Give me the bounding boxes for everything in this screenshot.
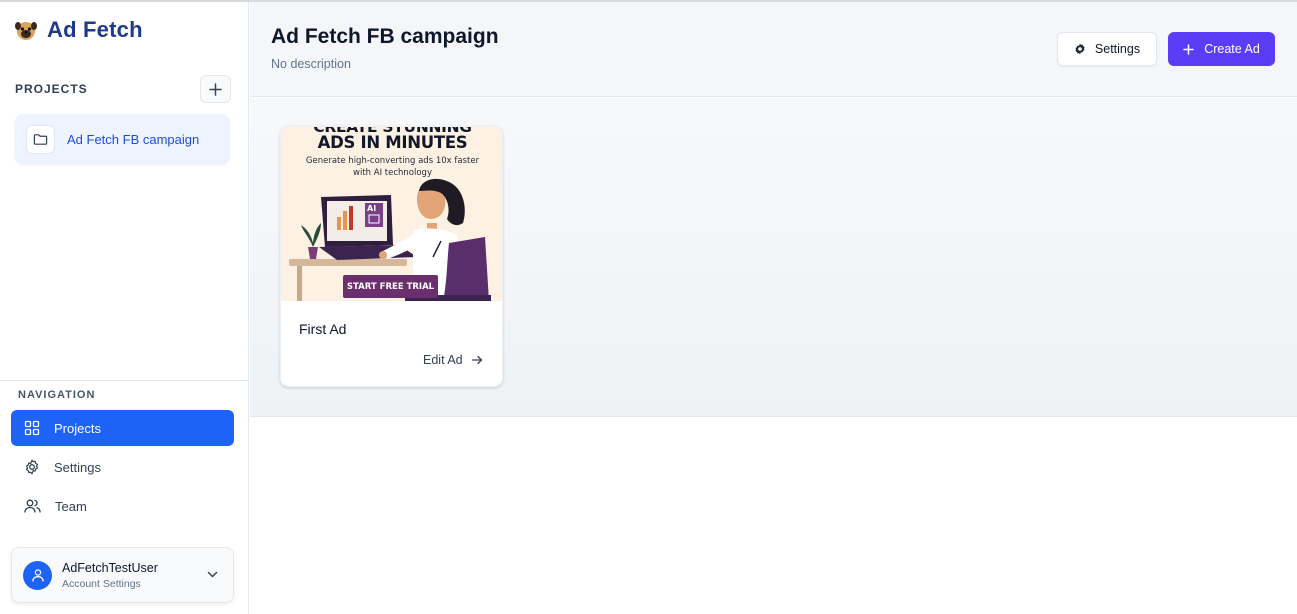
sidebar: Ad Fetch PROJECTS Ad Fetch FB campaign N…: [0, 2, 249, 614]
nav-item-label: Team: [55, 498, 87, 514]
project-folder-box: [26, 124, 55, 154]
ad-subline-2: with AI technology: [353, 168, 432, 178]
arrow-right-icon: [471, 355, 482, 365]
edit-ad-label: Edit Ad: [423, 353, 463, 367]
create-ad-button-label: Create Ad: [1204, 42, 1260, 56]
avatar: [23, 560, 52, 590]
edit-ad-link[interactable]: Edit Ad: [423, 353, 483, 367]
pug-logo-icon: [15, 22, 37, 40]
app-name: Ad Fetch: [47, 17, 143, 42]
chevron-down-icon: [207, 571, 218, 578]
project-label: Ad Fetch FB campaign: [67, 131, 200, 147]
user-name: AdFetchTestUser: [62, 560, 158, 575]
create-ad-button[interactable]: Create Ad: [1168, 32, 1275, 66]
ad-headline-2: ADS IN MINUTES: [317, 133, 468, 152]
ad-preview-image: CREATE STUNNING ADS IN MINUTES Generate …: [281, 127, 502, 301]
gear-icon: [1075, 43, 1085, 55]
ad-cta-label: START FREE TRIAL: [343, 275, 438, 298]
ad-subline-1: Generate high-converting ads 10x faster: [305, 156, 480, 166]
projects-header: PROJECTS: [15, 75, 231, 103]
nav-item-projects[interactable]: Projects: [11, 410, 234, 446]
plus-icon: [1183, 43, 1194, 55]
page-description: No description: [271, 57, 351, 71]
gear-icon: [25, 459, 39, 475]
nav-item-settings[interactable]: Settings: [11, 449, 234, 485]
settings-button-label: Settings: [1094, 42, 1141, 56]
users-icon: [24, 499, 41, 513]
navigation-section-label: NAVIGATION: [18, 389, 96, 401]
projects-section-label: PROJECTS: [15, 82, 88, 96]
user-icon: [31, 569, 44, 582]
brand[interactable]: Ad Fetch: [14, 17, 143, 43]
user-subtitle: Account Settings: [62, 577, 141, 590]
plus-icon: [209, 82, 222, 96]
page-title: Ad Fetch FB campaign: [271, 25, 499, 48]
project-item-ad-fetch-fb-campaign[interactable]: Ad Fetch FB campaign: [15, 114, 230, 164]
ad-ai-badge: AI: [367, 204, 377, 213]
folder-icon: [33, 133, 48, 145]
nav-item-label: Settings: [54, 459, 101, 475]
grid-icon: [24, 420, 40, 436]
add-project-button[interactable]: [200, 75, 231, 103]
ad-card[interactable]: CREATE STUNNING ADS IN MINUTES Generate …: [280, 126, 503, 387]
user-account-menu[interactable]: AdFetchTestUser Account Settings: [11, 547, 234, 603]
ad-title: First Ad: [299, 321, 347, 337]
nav-item-team[interactable]: Team: [11, 488, 234, 524]
nav-divider: [0, 380, 248, 381]
user-text: AdFetchTestUser Account Settings: [62, 561, 158, 590]
nav-item-label: Projects: [54, 420, 101, 436]
settings-button[interactable]: Settings: [1057, 32, 1157, 66]
page-header: Ad Fetch FB campaign No description Sett…: [250, 2, 1297, 97]
